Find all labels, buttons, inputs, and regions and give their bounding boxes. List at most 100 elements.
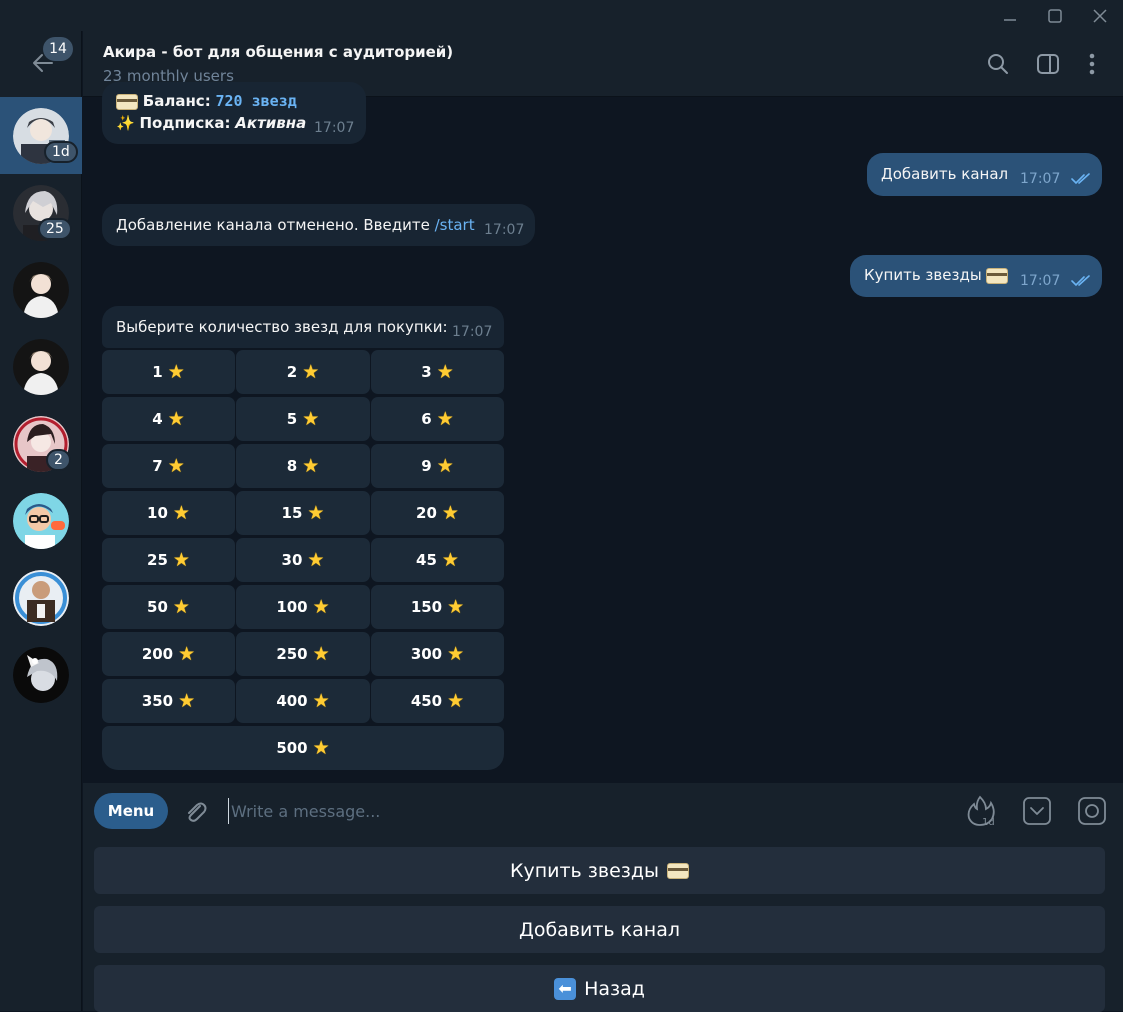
stars-option-label: 20 bbox=[416, 504, 437, 522]
balance-label: Баланс: bbox=[142, 92, 211, 110]
stars-option-button[interactable]: 150 ★ bbox=[371, 585, 504, 629]
self-destruct-timer-icon[interactable]: 1d bbox=[965, 795, 997, 827]
star-icon: ★ bbox=[436, 407, 454, 430]
message-outgoing: Купить звезды 17:07 bbox=[850, 255, 1102, 297]
stars-option-button[interactable]: 7 ★ bbox=[102, 444, 235, 488]
avatar bbox=[13, 570, 69, 626]
stars-option-button[interactable]: 400 ★ bbox=[236, 679, 370, 723]
message-select-stars: Выберите количество звезд для покупки: 1… bbox=[102, 306, 504, 348]
stars-option-button[interactable]: 350 ★ bbox=[102, 679, 235, 723]
back-reply-button[interactable]: ⬅ Назад bbox=[94, 965, 1105, 1012]
stars-option-button[interactable]: 250 ★ bbox=[236, 632, 370, 676]
unread-badge: 14 bbox=[43, 37, 73, 61]
maximize-icon[interactable] bbox=[1032, 0, 1078, 31]
stars-option-button[interactable]: 200 ★ bbox=[102, 632, 235, 676]
stars-option-label: 7 bbox=[152, 457, 163, 475]
stars-option-button[interactable]: 9 ★ bbox=[371, 444, 504, 488]
message-time: 17:07 bbox=[314, 120, 355, 136]
stars-option-button[interactable]: 50 ★ bbox=[102, 585, 235, 629]
star-icon: ★ bbox=[312, 642, 330, 665]
paperclip-icon[interactable] bbox=[179, 795, 211, 827]
chat-item[interactable] bbox=[0, 559, 82, 636]
stars-option-label: 25 bbox=[147, 551, 168, 569]
message-outgoing: Добавить канал 17:07 bbox=[867, 153, 1102, 196]
bot-keyboard-toggle-icon[interactable] bbox=[1021, 795, 1053, 827]
stars-option-label: 100 bbox=[276, 598, 308, 616]
chat-item[interactable]: 25 bbox=[0, 174, 82, 251]
chat-badge: 2 bbox=[46, 449, 71, 471]
message-time: 17:07 bbox=[452, 324, 493, 340]
sparkles-icon: ✨ bbox=[116, 114, 135, 132]
chat-badge: 25 bbox=[38, 218, 72, 240]
stars-option-button[interactable]: 5 ★ bbox=[236, 397, 370, 441]
camera-message-icon[interactable] bbox=[1076, 795, 1108, 827]
stars-option-button[interactable]: 6 ★ bbox=[371, 397, 504, 441]
stars-option-button[interactable]: 20 ★ bbox=[371, 491, 504, 535]
star-icon: ★ bbox=[312, 595, 330, 618]
star-icon: ★ bbox=[436, 454, 454, 477]
avatar bbox=[13, 493, 69, 549]
star-icon: ★ bbox=[307, 501, 325, 524]
stars-option-label: 300 bbox=[410, 645, 443, 663]
stars-option-label: 450 bbox=[410, 692, 443, 710]
star-icon: ★ bbox=[167, 407, 185, 430]
star-icon: ★ bbox=[447, 689, 465, 712]
star-icon: ★ bbox=[302, 407, 320, 430]
chat-item-akira-bot[interactable]: 1d bbox=[0, 97, 82, 174]
chat-item[interactable] bbox=[0, 251, 82, 328]
stars-option-button[interactable]: 10 ★ bbox=[102, 491, 235, 535]
star-icon: ★ bbox=[302, 454, 320, 477]
stars-option-button[interactable]: 25 ★ bbox=[102, 538, 235, 582]
chat-item[interactable] bbox=[0, 482, 82, 559]
message-incoming: Добавление канала отменено. Введите /sta… bbox=[102, 204, 535, 246]
stars-option-button[interactable]: 100 ★ bbox=[236, 585, 370, 629]
double-check-icon bbox=[1071, 173, 1090, 185]
search-icon[interactable] bbox=[983, 49, 1013, 79]
buy-stars-label: Купить звезды bbox=[509, 859, 660, 882]
stars-option-label: 9 bbox=[421, 457, 432, 475]
message-time: 17:07 bbox=[1020, 171, 1061, 187]
stars-option-button[interactable]: 2 ★ bbox=[236, 350, 370, 394]
sidebar-toggle-icon[interactable] bbox=[1033, 49, 1063, 79]
bot-menu-button[interactable]: Menu bbox=[94, 793, 168, 829]
stars-option-button[interactable]: 3 ★ bbox=[371, 350, 504, 394]
stars-option-button[interactable]: 450 ★ bbox=[371, 679, 504, 723]
balance-value: 720 звезд bbox=[215, 92, 297, 110]
credit-card-icon bbox=[667, 862, 690, 879]
stars-option-label: 400 bbox=[276, 692, 308, 710]
stars-option-label: 5 bbox=[286, 410, 298, 428]
stars-option-button[interactable]: 4 ★ bbox=[102, 397, 235, 441]
back-label: Назад bbox=[584, 977, 645, 1000]
back-button[interactable]: 14 bbox=[0, 31, 82, 97]
close-icon[interactable] bbox=[1077, 0, 1123, 31]
add-channel-button[interactable]: Добавить канал bbox=[94, 906, 1105, 953]
message-text: Добавить канал bbox=[881, 165, 1009, 183]
chat-list-sidebar: 14 1d 25 2 bbox=[0, 31, 82, 1011]
star-icon: ★ bbox=[312, 689, 330, 712]
stars-option-button[interactable]: 500 ★ bbox=[102, 726, 504, 770]
double-check-icon bbox=[1071, 275, 1090, 287]
subscription-label: Подписка: bbox=[139, 114, 231, 132]
chat-title[interactable]: Акира - бот для общения с аудиторией) bbox=[103, 43, 453, 61]
stars-option-button[interactable]: 30 ★ bbox=[236, 538, 370, 582]
stars-option-button[interactable]: 45 ★ bbox=[371, 538, 504, 582]
message-text: Добавление канала отменено. Введите bbox=[116, 216, 430, 234]
buy-stars-button[interactable]: Купить звезды bbox=[94, 847, 1105, 894]
star-icon: ★ bbox=[447, 595, 465, 618]
star-icon: ★ bbox=[302, 360, 320, 383]
chat-item[interactable] bbox=[0, 636, 82, 713]
stars-option-label: 200 bbox=[141, 645, 174, 663]
window-title-bar bbox=[0, 0, 1123, 31]
more-vertical-icon[interactable] bbox=[1077, 49, 1107, 79]
stars-option-button[interactable]: 300 ★ bbox=[371, 632, 504, 676]
minimize-icon[interactable] bbox=[987, 0, 1033, 31]
star-icon: ★ bbox=[312, 736, 330, 759]
message-input[interactable] bbox=[228, 798, 928, 824]
chat-item[interactable] bbox=[0, 328, 82, 405]
chat-item[interactable]: 2 bbox=[0, 405, 82, 482]
stars-option-button[interactable]: 1 ★ bbox=[102, 350, 235, 394]
stars-option-button[interactable]: 8 ★ bbox=[236, 444, 370, 488]
start-command-link[interactable]: /start bbox=[435, 216, 475, 234]
stars-option-button[interactable]: 15 ★ bbox=[236, 491, 370, 535]
message-time: 17:07 bbox=[484, 222, 525, 238]
